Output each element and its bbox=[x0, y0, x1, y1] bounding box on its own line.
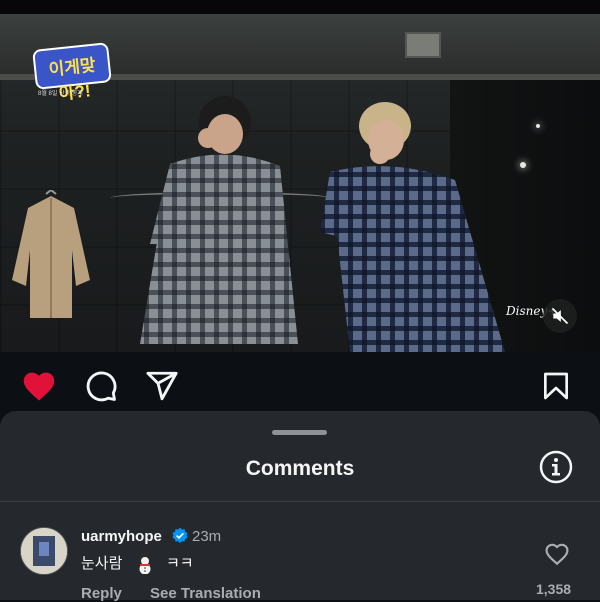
bookmark-icon bbox=[544, 372, 568, 400]
info-button[interactable] bbox=[539, 450, 573, 484]
person-left bbox=[140, 96, 298, 344]
sheet-title: Comments bbox=[245, 457, 355, 480]
paper-plane-icon bbox=[146, 371, 178, 401]
comments-sheet: Comments uarmyhope 23m 눈사람 ㅋㅋ Reply See … bbox=[0, 411, 600, 602]
show-logo-text: 이게맞아?! bbox=[47, 55, 97, 104]
comment-item: uarmyhope 23m 눈사람 ㅋㅋ Reply See Translati… bbox=[0, 511, 600, 602]
comment-text: 눈사람 bbox=[81, 555, 123, 572]
like-button[interactable] bbox=[21, 368, 57, 404]
reply-button[interactable]: Reply bbox=[81, 585, 122, 602]
info-icon bbox=[539, 450, 573, 484]
video-player[interactable]: 이게맞아?! 8월 8일 단독 공개 Disney+ bbox=[0, 14, 600, 352]
avatar[interactable] bbox=[20, 527, 68, 575]
speaker-muted-icon bbox=[551, 307, 569, 325]
comment-text-laugh: ㅋㅋ bbox=[166, 555, 194, 572]
mute-button[interactable] bbox=[543, 299, 577, 333]
sheet-drag-handle[interactable] bbox=[272, 430, 327, 435]
show-release-caption: 8월 8일 단독 공개 bbox=[38, 91, 83, 97]
comment-timestamp: 23m bbox=[192, 528, 222, 545]
ceiling-light bbox=[536, 124, 540, 128]
share-button[interactable] bbox=[144, 368, 180, 404]
comment-bubble-icon bbox=[86, 371, 117, 402]
verified-badge-icon bbox=[172, 527, 188, 544]
avatar-image bbox=[21, 528, 67, 574]
ceiling-light bbox=[520, 162, 526, 168]
comment-like-count: 1,358 bbox=[536, 581, 572, 597]
person-right bbox=[320, 102, 505, 352]
heart-outline-icon bbox=[545, 543, 569, 566]
see-translation-button[interactable]: See Translation bbox=[150, 585, 261, 602]
ceiling-vent bbox=[405, 32, 441, 58]
comment-like-button[interactable] bbox=[544, 541, 570, 567]
status-strip bbox=[0, 0, 600, 14]
comment-button[interactable] bbox=[83, 368, 119, 404]
save-button[interactable] bbox=[538, 368, 574, 404]
snowman-emoji-icon bbox=[139, 552, 151, 574]
show-logo: 이게맞아?! bbox=[32, 42, 112, 103]
heart-filled-icon bbox=[23, 372, 55, 401]
comment-username[interactable]: uarmyhope bbox=[81, 528, 162, 545]
hanging-robe bbox=[12, 190, 90, 318]
sheet-divider bbox=[0, 501, 600, 502]
